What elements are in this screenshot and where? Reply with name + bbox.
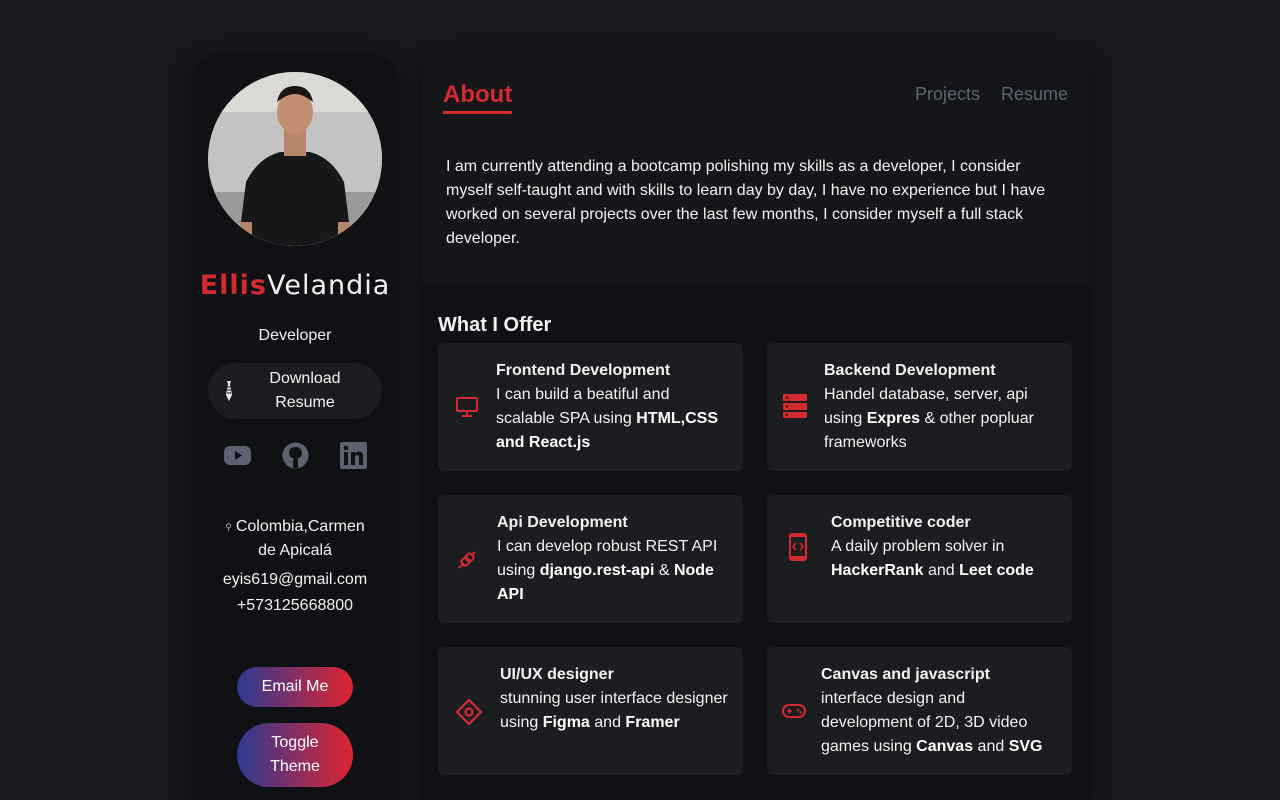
offer-card-content: Frontend Development I can build a beati… [496, 359, 732, 455]
nav-projects[interactable]: Projects [915, 84, 980, 105]
design-icon [455, 698, 483, 731]
desc-highlight: Figma [542, 714, 590, 731]
offer-card-frontend: Frontend Development I can build a beati… [438, 343, 743, 471]
phone-code-icon [787, 532, 809, 567]
github-icon[interactable] [281, 441, 310, 475]
profile-role: Developer [258, 327, 332, 344]
download-resume-label: Download Resume [236, 367, 382, 415]
desc-highlight: Expres [866, 410, 921, 427]
offer-card-content: Backend Development Handel database, ser… [824, 359, 1060, 455]
desc-highlight: django.rest-api [539, 562, 655, 579]
offer-card-desc: Handel database, server, api using Expre… [824, 383, 1060, 455]
offer-card-desc: I can develop robust REST API using djan… [497, 535, 733, 607]
desc-text: A daily problem solver in [831, 538, 1005, 555]
location: ⚲ Colombia,Carmen de Apicalá [210, 515, 380, 563]
top-nav: Projects Resume [915, 84, 1068, 105]
desc-highlight: SVG [1008, 738, 1043, 755]
offer-card-title: Canvas and javascript [821, 666, 990, 683]
email-me-button[interactable]: Email Me [237, 667, 353, 708]
download-resume-label-line2: Resume [275, 394, 335, 411]
location-line2: de Apicalá [258, 542, 332, 560]
offer-card-desc: stunning user interface designer using F… [500, 687, 736, 735]
offer-card-uiux: UI/UX designer stunning user interface d… [438, 647, 743, 775]
offer-card-title: Frontend Development [496, 362, 671, 379]
desc-text: and [973, 738, 1009, 755]
nav-resume[interactable]: Resume [1001, 84, 1068, 105]
main-panel: About Projects Resume I am currently att… [422, 55, 1090, 800]
offer-card-backend: Backend Development Handel database, ser… [767, 343, 1072, 471]
profile-name: Ellis Velandia [200, 270, 391, 301]
offer-card-canvas: Canvas and javascript interface design a… [767, 647, 1072, 775]
linkedin-icon[interactable] [339, 441, 368, 475]
desc-highlight: Canvas [916, 738, 974, 755]
profile-sidebar: Ellis Velandia Developer Download Resume … [193, 55, 397, 800]
offer-card-content: Canvas and javascript interface design a… [821, 663, 1061, 759]
first-name: Ellis [199, 270, 267, 301]
desc-text: and [923, 562, 960, 579]
location-pin-icon: ⚲ [225, 522, 232, 532]
monitor-icon [455, 396, 479, 423]
email-address: eyis619@gmail.com [222, 571, 368, 589]
offer-card-api: Api Development I can develop robust RES… [438, 495, 743, 623]
offer-card-title: Backend Development [824, 362, 996, 379]
desc-highlight: Leet code [959, 562, 1034, 579]
page-title: About [443, 81, 513, 114]
desc-highlight: Framer [625, 714, 680, 731]
download-resume-label-line1: Download [269, 370, 341, 387]
tie-icon [222, 381, 236, 401]
desc-text: and [589, 714, 626, 731]
offer-card-desc: A daily problem solver in HackerRank and… [831, 535, 1061, 583]
offer-card-competitive: Competitive coder A daily problem solver… [767, 495, 1072, 623]
phone-number: +573125668800 [236, 597, 354, 615]
gamepad-icon [782, 703, 806, 724]
offer-card-title: Api Development [497, 514, 628, 531]
youtube-icon[interactable] [223, 441, 252, 475]
profile-photo [208, 72, 382, 246]
desc-text: & [654, 562, 674, 579]
offer-card-content: Competitive coder A daily problem solver… [831, 511, 1061, 583]
server-icon [782, 393, 808, 424]
offer-card-content: UI/UX designer stunning user interface d… [500, 663, 736, 735]
toggle-theme-line2: Theme [270, 758, 320, 776]
about-text: I am currently attending a bootcamp poli… [446, 158, 1046, 247]
offer-card-content: Api Development I can develop robust RES… [497, 511, 733, 607]
download-resume-button[interactable]: Download Resume [208, 363, 382, 419]
toggle-theme-button[interactable]: Toggle Theme [237, 723, 353, 788]
desc-highlight: HackerRank [831, 562, 924, 579]
location-line1: Colombia,Carmen [235, 518, 365, 536]
about-section: About Projects Resume I am currently att… [422, 55, 1090, 284]
offer-title: What I Offer [438, 314, 552, 336]
offer-card-desc: interface design and development of 2D, … [821, 687, 1061, 759]
toggle-theme-line1: Toggle [271, 734, 319, 752]
last-name: Velandia [266, 270, 391, 301]
plug-icon [455, 548, 479, 577]
offer-card-title: Competitive coder [831, 514, 971, 531]
offer-card-title: UI/UX designer [500, 666, 614, 683]
offer-card-desc: I can build a beatiful and scalable SPA … [496, 383, 732, 455]
social-links [223, 441, 368, 475]
